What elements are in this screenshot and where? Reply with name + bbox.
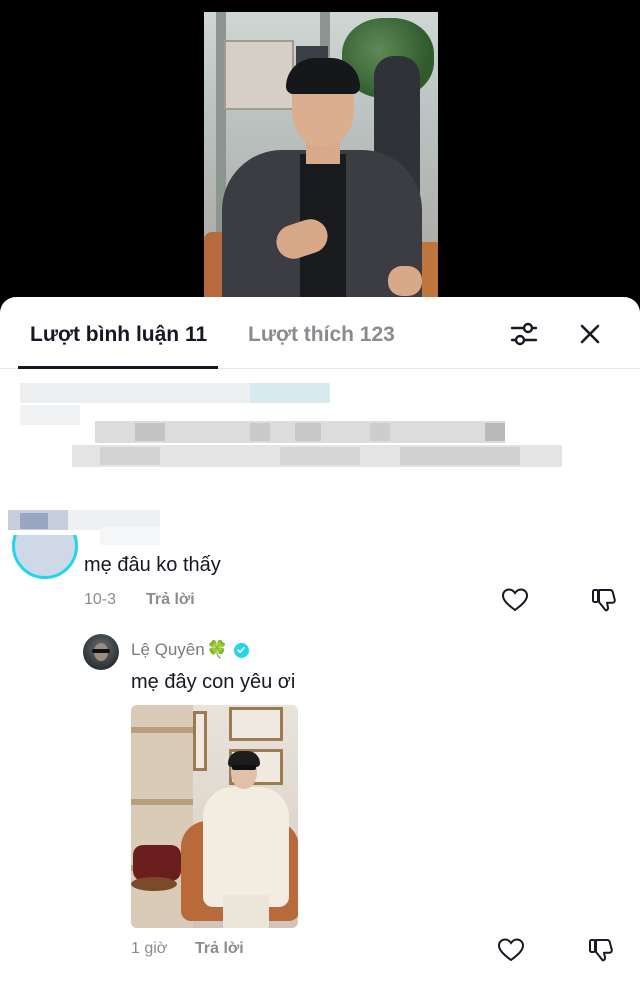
- reply-username[interactable]: Lệ Quyên 🍀: [131, 640, 249, 660]
- reply-time: 1 giờ: [131, 940, 168, 957]
- pixelated-comment: [0, 377, 640, 497]
- video-subject: [222, 58, 422, 302]
- tab-bar: Lượt bình luận 11 Lượt thích 123: [0, 297, 640, 369]
- reply-text: mẹ đây con yêu ơi: [131, 671, 296, 693]
- filter-icon[interactable]: [507, 317, 541, 351]
- clover-emoji: 🍀: [206, 640, 228, 660]
- tab-likes[interactable]: Lượt thích 123: [248, 323, 395, 347]
- close-icon[interactable]: [573, 317, 607, 351]
- verified-badge-icon: [233, 642, 249, 658]
- dislike-icon[interactable]: [586, 935, 616, 965]
- reply-button[interactable]: Trả lời: [195, 940, 244, 958]
- avatar[interactable]: [12, 535, 78, 581]
- comment-sheet: Lượt bình luận 11 Lượt thích 123 mẹ đâu …: [0, 297, 640, 990]
- dislike-icon[interactable]: [589, 585, 619, 615]
- heart-icon[interactable]: [496, 935, 526, 965]
- video-player[interactable]: [204, 12, 438, 302]
- heart-icon[interactable]: [500, 585, 530, 615]
- username-text: Lệ Quyên: [131, 640, 205, 659]
- tab-comments[interactable]: Lượt bình luận 11: [30, 323, 207, 347]
- reply-button[interactable]: Trả lời: [146, 591, 195, 609]
- reply-avatar[interactable]: [83, 634, 119, 670]
- comment-date: 10-3: [84, 591, 117, 608]
- active-tab-indicator: [18, 366, 218, 369]
- reply-photo[interactable]: [131, 705, 298, 928]
- comment-text: mẹ đâu ko thấy: [84, 554, 221, 576]
